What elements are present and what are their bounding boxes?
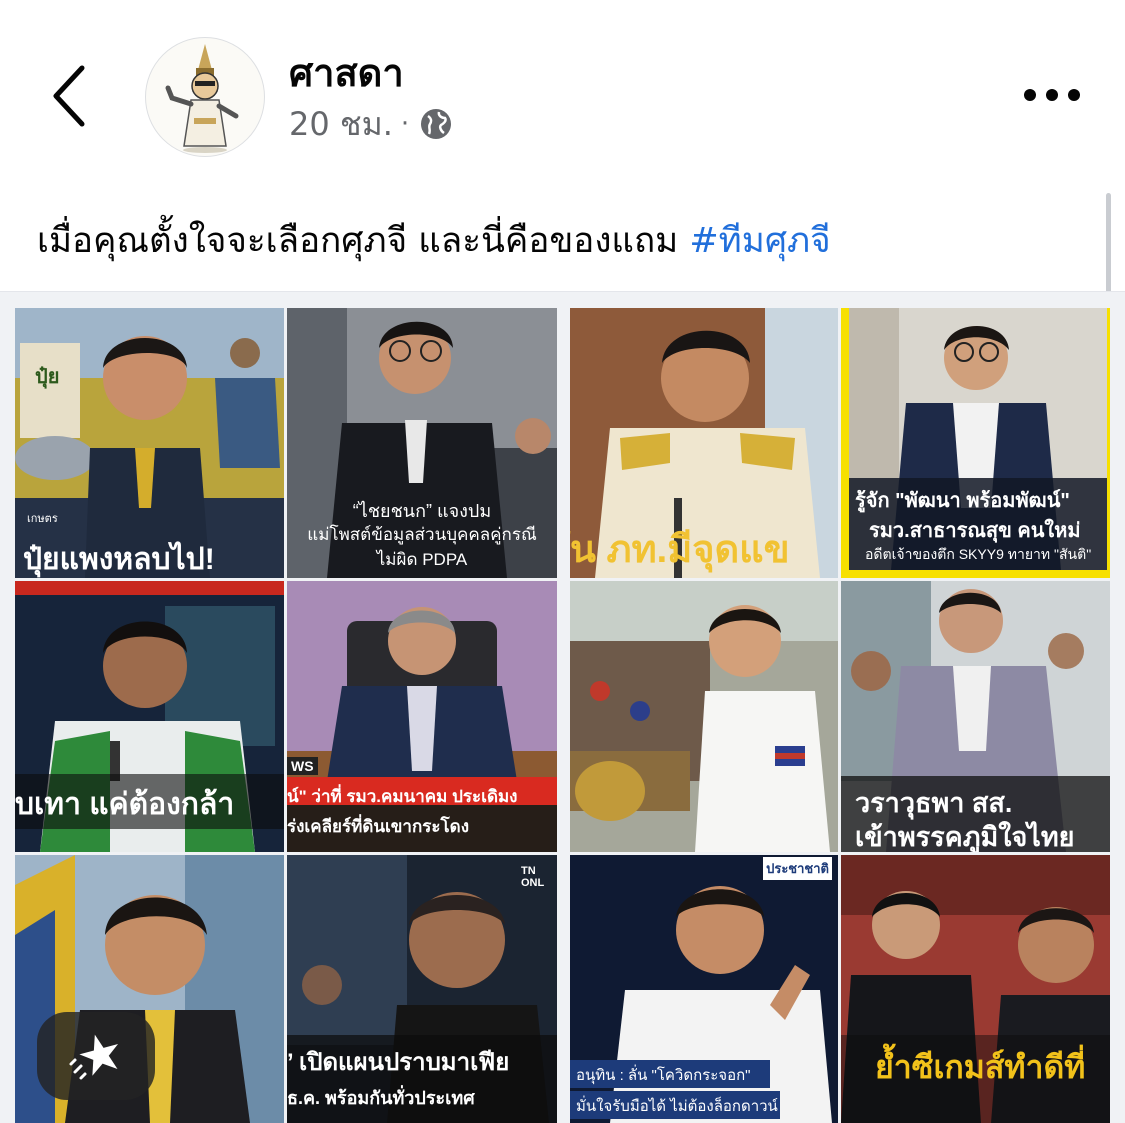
tile-caption-2: รมว.สาธารณสุข คนใหม่ [869,520,1081,542]
tile-caption-2: ร่งเคลียร์ที่ดินเขากระโดง [287,817,469,836]
tile-caption-3: ไม่ผิด PDPA [376,550,468,569]
photo-tile-2[interactable]: “ไชยชนก” แจงปม แม่โพสต์ข้อมูลส่วนบุคคลคู… [287,308,557,578]
photo-tile-10[interactable]: TN ONL ’ เปิดแผนปราบมาเฟีย ธ.ค. พร้อมกัน… [287,855,557,1123]
post-meta: 20 ชม. · [289,102,453,146]
tile-caption-2: เข้าพรรคภูมิใจไทย [855,822,1075,852]
photo-tile-11[interactable]: ประชาชาติ อนุทิน : ลั่น "โควิดกระจอก" มั… [570,855,838,1123]
photo-tile-6[interactable]: WS น์" ว่าที่ รมว.คมนาคม ประเดิมง ร่งเคล… [287,581,557,852]
photo-tile-1[interactable]: ปุ๋ย เกษตร ปุ๋ยแพงหลบไป! [15,308,284,578]
sack-label: ปุ๋ย [35,366,60,388]
post-header: ศาสดา 20 ชม. · [0,0,1125,175]
globe-icon [421,109,452,139]
tile-caption-2: แม่โพสต์ข้อมูลส่วนบุคคลคู่กรณี [307,525,537,544]
tile-caption-3: อดีตเจ้าของตึก SKYY9 ทายาท "สันติ" [865,546,1092,562]
more-horizontal-icon [1024,89,1080,101]
photo-tile-12[interactable]: ย้ำซีเกมส์ทำดีที่ [841,855,1110,1123]
page-name[interactable]: ศาสดา [289,48,404,98]
tile-photo [287,581,557,852]
tile-headline: ั่น ภท.มีจุดแข [570,529,790,571]
chevron-left-icon [53,65,85,127]
tile-photo [570,581,838,852]
caption-text: เมื่อคุณตั้งใจจะเลือกศุภจี และนี่คือของแ… [37,221,690,261]
tile-headline: ย้ำซีเกมส์ทำดีที่ [875,1049,1086,1085]
photo-grid: ปุ๋ย เกษตร ปุ๋ยแพงหลบไป! “ไชยชนก” แจงปม … [0,292,1125,1123]
post-caption: เมื่อคุณตั้งใจจะเลือกศุภจี และนี่คือของแ… [37,214,831,268]
meta-separator: · [400,109,410,139]
hashtag-link[interactable]: #ทีมศุภจี [689,221,830,261]
photo-tile-7[interactable] [570,581,838,852]
channel-tag: WS [287,757,318,775]
tile-headline: บเทา แค่ต้องกล้า [15,788,235,821]
page-avatar[interactable] [145,37,265,157]
photo-tile-8[interactable]: วราวุธพา สส. เข้าพรรคภูมิใจไทย [841,581,1110,852]
tile-headline: ปุ๋ยแพงหลบไป! [23,543,215,576]
tile-caption-2: มั่นใจรับมือได้ ไม่ต้องล็อกดาวน์ [576,1098,778,1115]
channel-logo: TN ONL [521,865,545,889]
category-tag: เกษตร [27,513,58,525]
tile-caption-1: น์" ว่าที่ รมว.คมนาคม ประเดิมง [287,787,518,806]
publisher-logo: ประชาชาติ [763,857,832,880]
photo-tile-4[interactable]: รู้จัก "พัฒนา พร้อมพัฒน์" รมว.สาธารณสุข … [841,308,1110,578]
sticker-button[interactable] [37,1012,155,1100]
photo-tile-3[interactable]: ั่น ภท.มีจุดแข [570,308,838,578]
back-button[interactable] [40,58,100,134]
tile-caption-1: อนุทิน : ลั่น "โควิดกระจอก" [576,1067,751,1084]
tile-caption-1: ’ เปิดแผนปราบมาเฟีย [287,1049,510,1076]
more-options-button[interactable] [1020,82,1084,108]
photo-tile-5[interactable]: บเทา แค่ต้องกล้า [15,581,284,852]
avatar-illustration [165,44,239,153]
post-time[interactable]: 20 ชม. [289,99,393,150]
sparkle-icon [69,1034,119,1080]
tile-caption-2: ธ.ค. พร้อมกันทั่วประเทศ [287,1088,475,1108]
tile-caption-1: รู้จัก "พัฒนา พร้อมพัฒน์" [855,490,1070,512]
